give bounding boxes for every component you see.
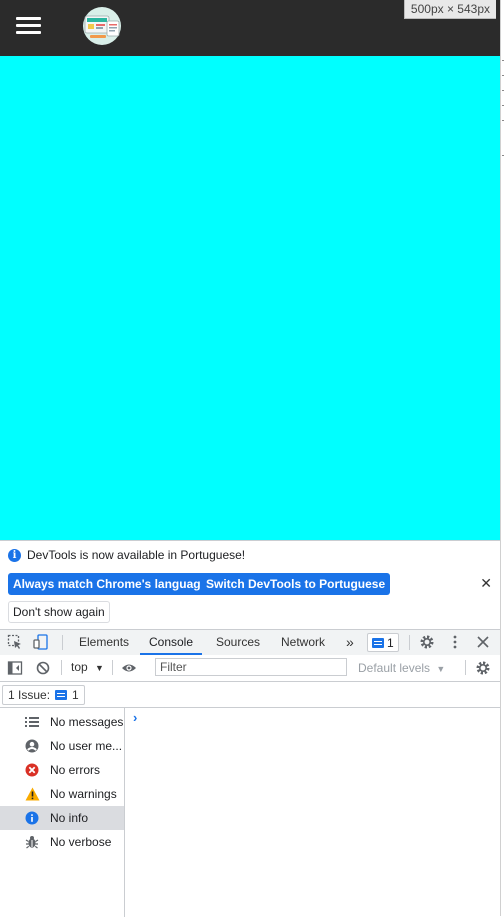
issues-counter-value: 1: [387, 635, 394, 650]
sidebar-item-errors[interactable]: No errors: [0, 758, 124, 782]
log-levels-dropdown[interactable]: Default levels ▼: [358, 661, 445, 675]
always-match-language-button[interactable]: Always match Chrome's language: [8, 573, 213, 595]
user-icon: [24, 738, 40, 754]
inspect-element-icon[interactable]: [7, 634, 23, 650]
hamburger-menu-icon[interactable]: [16, 16, 42, 36]
tab-network[interactable]: Network: [281, 630, 325, 655]
tab-console[interactable]: Console: [140, 630, 202, 655]
close-devtools-icon[interactable]: [475, 634, 491, 650]
sidebar-item-label: No messages: [50, 715, 124, 729]
tabbar-separator: [409, 635, 410, 650]
infobar-text: DevTools is now available in Portuguese!: [27, 548, 246, 562]
console-sidebar: No messages No user me... No errors No w…: [0, 708, 125, 917]
sidebar-item-label: No errors: [50, 763, 101, 777]
sidebar-item-label: No warnings: [50, 787, 117, 801]
page-viewport: 500px × 543px: [0, 0, 500, 540]
sidebar-item-user-messages[interactable]: No user me...: [0, 734, 124, 758]
toolbar-separator: [112, 660, 113, 675]
sidebar-item-messages[interactable]: No messages: [0, 710, 124, 734]
close-infobar-icon[interactable]: ✕: [480, 575, 492, 592]
kebab-menu-icon[interactable]: [447, 634, 463, 650]
devtools-panel: i DevTools is now available in Portugues…: [0, 540, 500, 917]
message-icon: [372, 637, 384, 648]
sidebar-item-label: No verbose: [50, 835, 112, 849]
switch-to-portuguese-button[interactable]: Switch DevTools to Portuguese: [201, 573, 391, 595]
scrollbar-gutter[interactable]: [500, 0, 504, 916]
issues-label: 1 Issue:: [8, 688, 51, 702]
message-icon: [55, 690, 68, 700]
issues-counter-button[interactable]: 1: [367, 633, 399, 652]
error-icon: [24, 762, 40, 778]
sidebar-toggle-icon[interactable]: [7, 660, 23, 676]
bug-icon: [24, 834, 40, 850]
site-logo[interactable]: [80, 6, 124, 46]
console-prompt-icon[interactable]: ›: [133, 710, 137, 725]
toolbar-separator: [465, 660, 466, 675]
device-toolbar-icon[interactable]: [33, 634, 49, 650]
gear-icon[interactable]: [419, 634, 435, 650]
console-toolbar: top ▼ Default levels ▼: [0, 655, 500, 682]
info-icon: i: [8, 548, 21, 562]
console-settings-gear-icon[interactable]: [475, 660, 491, 676]
sidebar-item-label: No info: [50, 811, 89, 825]
console-output[interactable]: ›: [125, 708, 500, 917]
context-selector-value: top: [71, 660, 88, 674]
devtools-tabbar: Elements Console Sources Network » 1: [0, 629, 500, 656]
sidebar-item-verbose[interactable]: No verbose: [0, 830, 124, 854]
infobar-message: i DevTools is now available in Portugues…: [8, 548, 245, 562]
info-icon: [24, 810, 40, 826]
chevron-down-icon: ▼: [95, 663, 104, 673]
sidebar-item-info[interactable]: No info: [0, 806, 124, 830]
log-levels-value: Default levels: [358, 661, 431, 675]
filter-input[interactable]: [155, 658, 347, 676]
list-icon: [24, 714, 40, 730]
tab-sources[interactable]: Sources: [216, 630, 260, 655]
warning-icon: [24, 786, 40, 802]
tab-elements[interactable]: Elements: [79, 630, 129, 655]
context-selector[interactable]: top ▼: [71, 660, 104, 674]
clear-console-icon[interactable]: [35, 660, 51, 676]
issues-count: 1: [72, 688, 79, 702]
more-tabs-icon[interactable]: »: [346, 630, 354, 655]
issues-link-button[interactable]: 1 Issue: 1: [2, 685, 85, 705]
eye-icon[interactable]: [121, 660, 137, 676]
tabbar-separator: [62, 635, 63, 650]
sidebar-item-label: No user me...: [50, 739, 123, 753]
toolbar-separator: [61, 660, 62, 675]
sidebar-item-warnings[interactable]: No warnings: [0, 782, 124, 806]
language-infobar: i DevTools is now available in Portugues…: [0, 541, 500, 629]
dont-show-again-button[interactable]: Don't show again: [8, 601, 110, 623]
issues-bar: 1 Issue: 1: [0, 682, 500, 708]
chevron-down-icon: ▼: [436, 664, 446, 674]
viewport-size-label: 500px × 543px: [403, 0, 496, 19]
